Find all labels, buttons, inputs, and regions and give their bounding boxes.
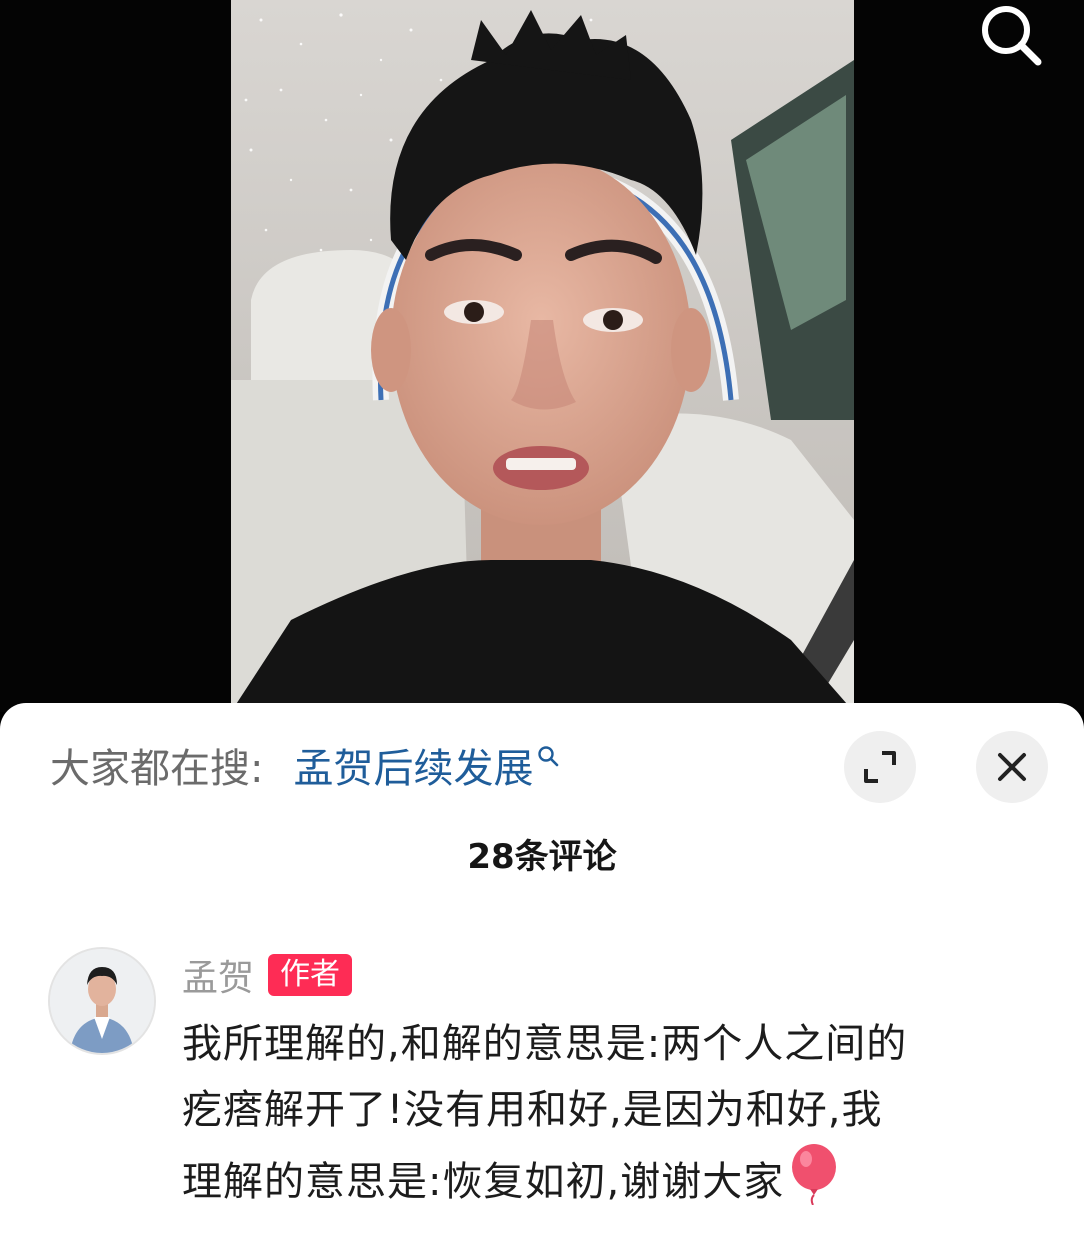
comment-text: 我所理解的,和解的意思是:两个人之间的 疙瘩解开了!没有用和好,是因为和好,我 …	[182, 1011, 1048, 1215]
video-frame	[231, 0, 854, 712]
author-badge: 作者	[268, 954, 353, 996]
comment-sheet: 大家都在搜: 孟贺后续发展 28条评论 孟贺 作者 我所理解的,和解的意思是:两…	[0, 703, 1084, 1234]
video-still-image	[231, 0, 854, 712]
trending-search-bar: 大家都在搜: 孟贺后续发展	[50, 741, 559, 797]
expand-button[interactable]	[844, 731, 916, 803]
comment-username[interactable]: 孟贺	[182, 949, 254, 1001]
comment-header: 孟贺 作者	[182, 953, 353, 999]
close-icon	[998, 753, 1026, 781]
avatar-image	[50, 949, 154, 1053]
comment-count-title: 28条评论	[467, 837, 617, 877]
comment-text-line-content: 理解的意思是:恢复如初,谢谢大家	[182, 1159, 785, 1205]
small-search-icon	[538, 746, 559, 767]
search-icon	[982, 6, 1042, 66]
comment-text-line: 我所理解的,和解的意思是:两个人之间的	[182, 1021, 908, 1067]
video-search-button[interactable]	[972, 0, 1052, 72]
trending-query-text: 孟贺后续发展	[293, 746, 534, 792]
trending-prefix: 大家都在搜:	[50, 746, 264, 792]
balloon-icon	[792, 1144, 837, 1205]
close-button[interactable]	[976, 731, 1048, 803]
expand-icon	[864, 751, 896, 783]
video-player[interactable]	[0, 0, 1084, 712]
comment-text-line: 理解的意思是:恢复如初,谢谢大家	[182, 1143, 1048, 1215]
avatar[interactable]	[48, 947, 156, 1055]
comment-text-line: 疙瘩解开了!没有用和好,是因为和好,我	[182, 1087, 883, 1133]
trending-query-link[interactable]: 孟贺后续发展	[293, 741, 559, 797]
